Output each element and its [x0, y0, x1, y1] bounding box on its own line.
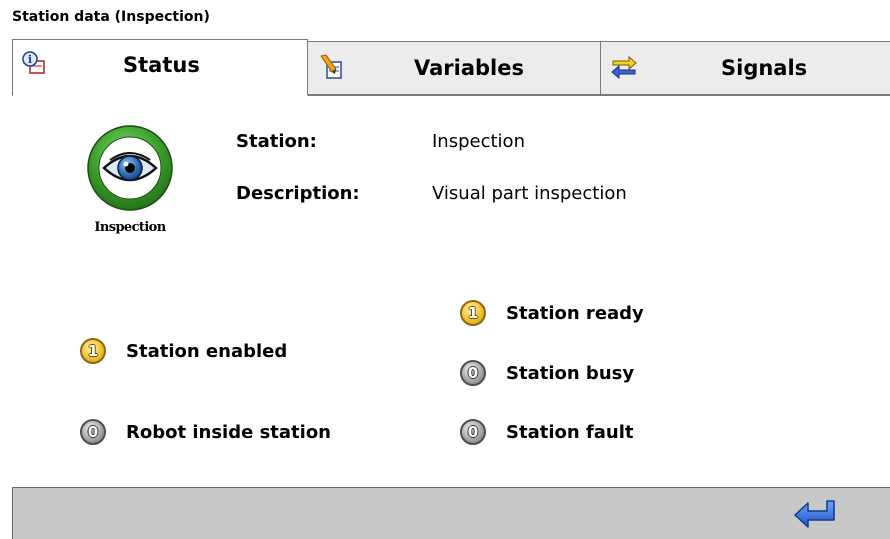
- indicator-station-fault: 0 Station fault: [460, 419, 634, 445]
- variables-icon: [318, 54, 344, 80]
- tab-bar: i Status Variables Signals: [12, 39, 890, 96]
- description-label: Description:: [236, 183, 360, 204]
- indicator-station-ready: 1 Station ready: [460, 300, 644, 326]
- tab-variables[interactable]: Variables: [307, 41, 601, 95]
- status-off-icon: 0: [460, 419, 486, 445]
- station-icon-label: Inspection: [94, 220, 166, 235]
- tab-status[interactable]: i Status: [12, 39, 308, 96]
- status-off-icon: 0: [80, 419, 106, 445]
- enter-button[interactable]: [793, 499, 837, 529]
- description-value: Visual part inspection: [432, 183, 627, 204]
- indicator-label: Robot inside station: [126, 421, 331, 443]
- tab-variables-label: Variables: [414, 56, 524, 80]
- station-badge: Inspection: [80, 124, 184, 238]
- status-on-icon: 1: [460, 300, 486, 326]
- station-value: Inspection: [432, 131, 525, 152]
- info-icon: i: [21, 50, 47, 76]
- enter-arrow-icon: [793, 500, 837, 533]
- status-off-icon: 0: [460, 360, 486, 386]
- tab-signals[interactable]: Signals: [600, 41, 890, 95]
- indicator-label: Station fault: [506, 421, 634, 443]
- indicator-label: Station ready: [506, 302, 644, 324]
- indicator-label: Station busy: [506, 362, 635, 384]
- indicator-label: Station enabled: [126, 340, 288, 362]
- tab-signals-label: Signals: [721, 56, 808, 80]
- footer-bar: [12, 487, 890, 539]
- svg-text:i: i: [28, 53, 32, 66]
- indicator-robot-inside-station: 0 Robot inside station: [80, 419, 331, 445]
- indicator-station-busy: 0 Station busy: [460, 360, 634, 386]
- status-on-icon: 1: [80, 338, 106, 364]
- tab-status-label: Status: [123, 53, 200, 77]
- station-label: Station:: [236, 131, 317, 152]
- indicator-station-enabled: 1 Station enabled: [80, 338, 287, 364]
- signals-icon: [611, 54, 637, 80]
- window-title: Station data (Inspection): [12, 9, 210, 25]
